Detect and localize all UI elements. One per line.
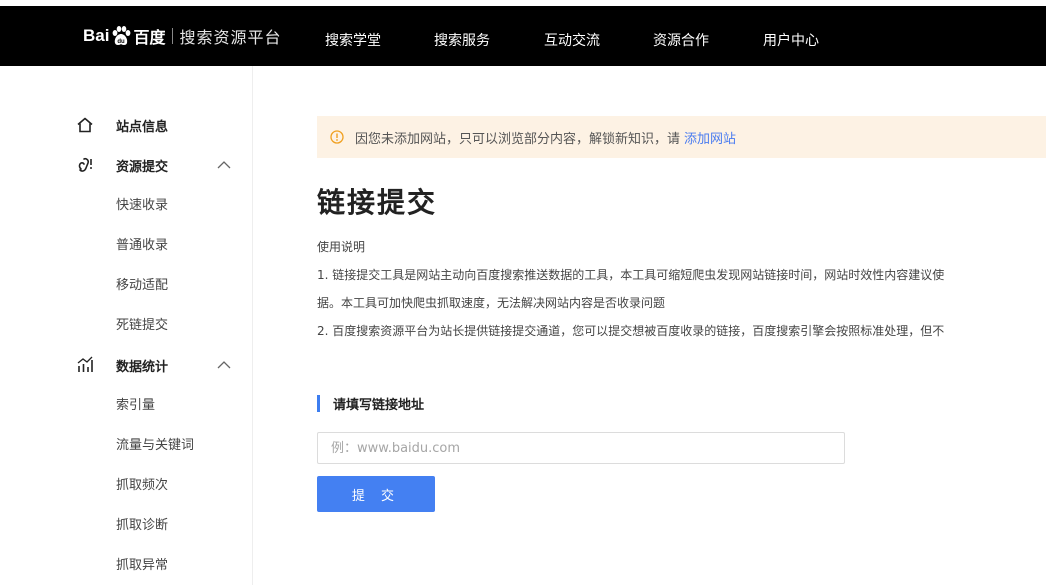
nav-item-services[interactable]: 搜索服务 xyxy=(434,30,490,50)
sidebar-item-site-info[interactable]: 站点信息 xyxy=(0,113,252,137)
sidebar-subitem-mobile-adapt[interactable]: 移动适配 xyxy=(116,274,168,293)
sidebar-subitem-index-volume[interactable]: 索引量 xyxy=(116,394,155,413)
add-site-link[interactable]: 添加网站 xyxy=(684,132,736,147)
notice-banner: 因您未添加网站，只可以浏览部分内容，解锁新知识，请 添加网站 xyxy=(317,116,1046,158)
link-icon xyxy=(75,155,95,175)
home-icon xyxy=(75,115,95,135)
usage-line: 1. 链接提交工具是网站主动向百度搜索推送数据的工具，本工具可缩短爬虫发现网站链… xyxy=(317,268,945,282)
usage-line: 2. 百度搜索资源平台为站长提供链接提交通道，您可以提交想被百度收录的链接，百度… xyxy=(317,324,945,338)
sidebar-subitem-normal-index[interactable]: 普通收录 xyxy=(116,234,168,253)
submit-button[interactable]: 提 交 xyxy=(317,476,435,512)
stats-icon xyxy=(75,355,95,375)
nav-item-community[interactable]: 互动交流 xyxy=(544,30,600,50)
chevron-up-icon[interactable] xyxy=(216,357,232,373)
logo-separator xyxy=(172,28,174,44)
usage-title: 使用说明 xyxy=(317,240,366,254)
top-navbar: Bai du 百度 搜索资源平台 搜索学堂 搜索服务 互动交流 资源合作 用户中… xyxy=(0,6,1046,66)
section-label: 请填写链接地址 xyxy=(317,394,425,413)
sidebar-item-data-stats[interactable]: 数据统计 xyxy=(0,353,252,377)
sidebar-item-resource-submit[interactable]: 资源提交 xyxy=(0,153,252,177)
sidebar-subitem-crawl-diagnosis[interactable]: 抓取诊断 xyxy=(116,514,168,533)
sidebar-item-label: 站点信息 xyxy=(116,119,169,135)
page-title: 链接提交 xyxy=(317,186,438,219)
nav-item-learning[interactable]: 搜索学堂 xyxy=(325,30,381,50)
logo-text-du: 百度 xyxy=(133,28,166,47)
sidebar-item-label: 资源提交 xyxy=(116,159,169,175)
section-accent-bar xyxy=(317,394,320,412)
sidebar-subitem-dead-link[interactable]: 死链提交 xyxy=(116,314,168,333)
sidebar-subitem-crawl-frequency[interactable]: 抓取频次 xyxy=(116,474,168,493)
baidu-logo[interactable]: Bai du 百度 搜索资源平台 xyxy=(83,22,282,50)
platform-name: 搜索资源平台 xyxy=(179,28,282,47)
notice-message: 因您未添加网站，只可以浏览部分内容，解锁新知识，请 xyxy=(355,131,681,147)
notice-text: 因您未添加网站，只可以浏览部分内容，解锁新知识，请 添加网站 xyxy=(355,128,736,147)
baidu-paw-icon: du xyxy=(113,26,131,45)
usage-line: 据。本工具可加快爬虫抓取速度，无法解决网站内容是否收录问题 xyxy=(317,296,666,310)
sidebar-subitem-traffic-keywords[interactable]: 流量与关键词 xyxy=(116,434,194,453)
nav-item-user-center[interactable]: 用户中心 xyxy=(763,30,819,50)
warning-circle-icon xyxy=(330,130,344,144)
logo-text-bai: Bai xyxy=(83,26,110,45)
sidebar: 站点信息 资源提交 快速收录 普通收录 移动适配 死链提交 数据统计 索引量 流… xyxy=(0,66,253,585)
main-content: 因您未添加网站，只可以浏览部分内容，解锁新知识，请 添加网站 链接提交 使用说明 … xyxy=(253,66,1046,585)
nav-item-cooperation[interactable]: 资源合作 xyxy=(653,30,709,50)
sidebar-subitem-fast-index[interactable]: 快速收录 xyxy=(116,194,168,213)
svg-text:du: du xyxy=(118,39,126,45)
chevron-up-icon[interactable] xyxy=(216,157,232,173)
sidebar-item-label: 数据统计 xyxy=(116,359,169,375)
url-input[interactable] xyxy=(317,432,845,464)
section-label-text: 请填写链接地址 xyxy=(333,397,425,413)
sidebar-subitem-crawl-errors[interactable]: 抓取异常 xyxy=(116,554,168,573)
